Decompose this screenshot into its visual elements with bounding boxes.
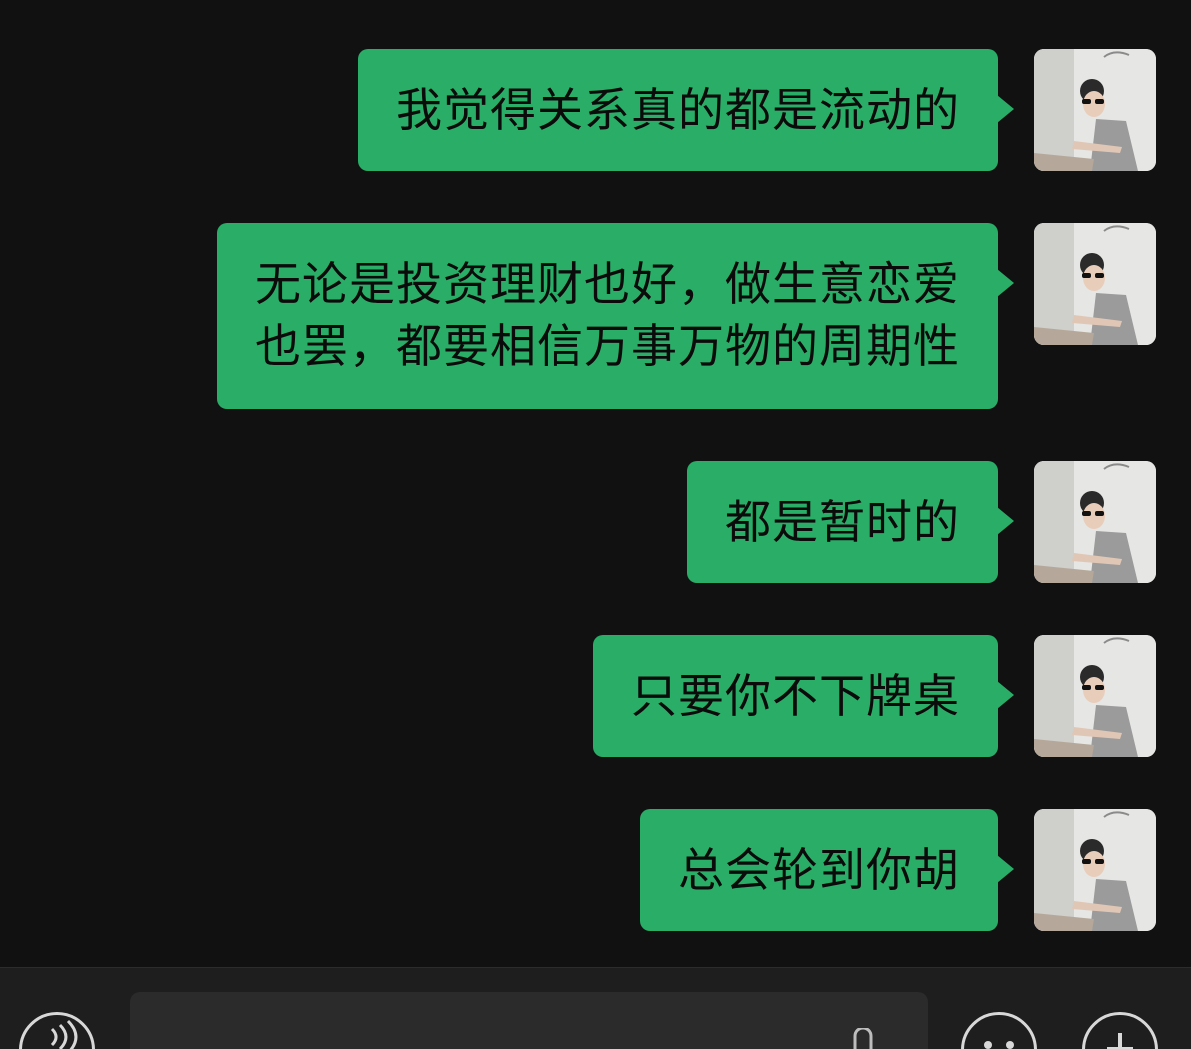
mic-icon[interactable]: [852, 1028, 874, 1049]
message-row: 总会轮到你胡: [640, 809, 1156, 931]
message-bubble[interactable]: 总会轮到你胡: [640, 809, 1014, 931]
message-text: 我觉得关系真的都是流动的: [396, 83, 960, 137]
avatar[interactable]: [1034, 223, 1156, 345]
message-text: 无论是投资理财也好，做生意恋爱: [255, 257, 960, 311]
avatar-image: [1034, 49, 1156, 171]
message-text: 也罢，都要相信万事万物的周期性: [255, 319, 960, 373]
message-text: 只要你不下牌桌: [631, 669, 960, 723]
avatar[interactable]: [1034, 49, 1156, 171]
avatar[interactable]: [1034, 635, 1156, 757]
avatar-image: [1034, 461, 1156, 583]
message-row: 都是暂时的: [687, 461, 1156, 583]
chat-screen: 我觉得关系真的都是流动的 无论是投资理财也好，做生意恋爱 也罢，都要相信万事万物…: [0, 0, 1191, 1049]
input-bar: [0, 967, 1191, 1049]
message-text: 都是暂时的: [725, 495, 960, 549]
plus-icon[interactable]: [1082, 1012, 1158, 1049]
avatar-image: [1034, 223, 1156, 345]
message-row: 无论是投资理财也好，做生意恋爱 也罢，都要相信万事万物的周期性: [217, 223, 1156, 409]
message-bubble[interactable]: 无论是投资理财也好，做生意恋爱 也罢，都要相信万事万物的周期性: [217, 223, 1014, 409]
message-bubble[interactable]: 我觉得关系真的都是流动的: [358, 49, 1014, 171]
voice-icon[interactable]: [19, 1012, 95, 1049]
message-bubble[interactable]: 只要你不下牌桌: [593, 635, 1014, 757]
avatar-image: [1034, 635, 1156, 757]
avatar-image: [1034, 809, 1156, 931]
message-bubble[interactable]: 都是暂时的: [687, 461, 1014, 583]
message-text: 总会轮到你胡: [678, 843, 960, 897]
message-row: 我觉得关系真的都是流动的: [358, 49, 1156, 171]
message-row: 只要你不下牌桌: [593, 635, 1156, 757]
emoji-icon[interactable]: [961, 1012, 1037, 1049]
avatar[interactable]: [1034, 809, 1156, 931]
message-input[interactable]: [130, 992, 928, 1049]
avatar[interactable]: [1034, 461, 1156, 583]
